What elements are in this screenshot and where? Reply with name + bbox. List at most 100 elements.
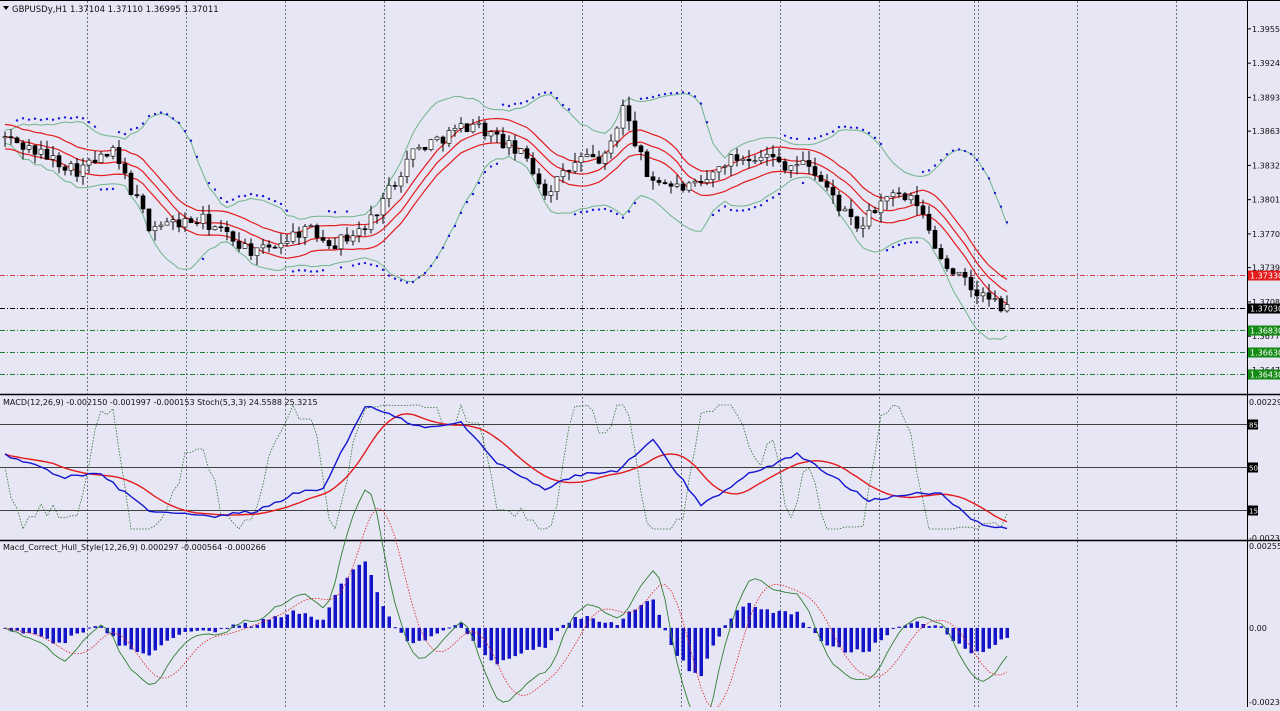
hist-bar [663,627,667,631]
hist-bar [21,627,25,634]
sar-dot [891,245,895,249]
sar-dot [255,194,259,197]
sar-dot [867,131,871,135]
hist-bar [387,616,391,628]
candle-body [68,163,74,171]
candle-body [806,160,812,167]
candle-body [362,228,368,231]
candle-body [572,162,578,172]
candle-body [992,298,998,300]
sar-dot [21,117,25,120]
hist-bar [213,627,217,633]
sar-dot [153,112,157,116]
hist-bar [435,627,439,634]
hist-bar [645,601,649,628]
hist-bar [363,561,367,628]
candle-body [788,165,794,171]
hist-bar [117,627,121,646]
sar-dot [501,103,505,106]
hist-bar [87,627,91,629]
candle-body [92,159,98,163]
sar-dot [57,117,61,120]
sar-dot [327,210,331,213]
candle-body [902,193,908,201]
hist-bar [771,612,775,628]
sar-dot [825,132,829,136]
sar-dot [819,134,823,138]
sar-dot [399,279,403,282]
price-label: 1.39245 [1252,59,1280,68]
candle-body [908,195,914,201]
stoch-level-label: 85 [1249,422,1258,430]
hist-bar [195,627,199,631]
price-tag-3: 1.36630 [1250,349,1280,358]
candle-body [890,192,896,197]
sar-dot [735,209,739,212]
sar-dot [243,194,247,198]
hull-axis-label-1: 0.00 [1249,624,1267,633]
hist-bar [237,625,241,628]
candle-body [320,237,326,241]
hist-bar [147,627,151,656]
sar-dot [441,246,445,249]
hist-bar [513,627,517,657]
sar-dot [999,205,1003,208]
sar-dot [987,177,991,180]
sar-dot [315,270,319,273]
sar-dot [297,269,301,272]
hist-bar [675,627,679,656]
candle-body [968,276,974,291]
candle-body [404,158,410,177]
candle-body [176,219,182,228]
chart-background [0,0,1280,707]
hist-bar [57,627,61,643]
hist-bar [267,619,271,628]
candle-body [986,292,992,300]
hist-bar [423,627,427,641]
candle-body [458,123,464,129]
chart-window[interactable]: 1.39555 1.39245 1.38935 1.38630 1.38320 1.380… [0,0,1280,711]
hist-bar [393,627,397,629]
sar-dot [603,207,607,211]
candle-body [854,216,860,229]
sar-dot [837,125,841,129]
hist-bar [519,627,523,654]
price-chart[interactable]: 1.39555 1.39245 1.38935 1.38630 1.38320 1.380… [0,0,1280,711]
candle-body [80,164,86,177]
sar-dot [1005,221,1009,224]
hist-bar [933,625,937,628]
sar-dot [33,117,37,120]
hist-bar [141,627,145,654]
hist-bar [507,627,511,659]
candle-body [302,226,308,238]
candle-body [470,123,476,133]
candle-body [710,171,716,180]
candle-body [914,195,920,207]
sar-dot [927,169,931,172]
candle-body [194,222,200,225]
hist-bar [795,611,799,628]
sar-dot [417,276,421,279]
candle-body [410,148,416,160]
candle-body [314,225,320,238]
sar-dot [843,125,847,128]
sar-dot [831,130,835,133]
candle-body [398,176,404,187]
candle-body [536,173,542,185]
sar-dot [105,187,109,191]
sar-dot [405,281,409,284]
candle-body [686,182,692,191]
sar-dot [207,181,211,185]
hist-bar [297,613,301,628]
candle-body [698,181,704,183]
hist-bar [711,627,715,646]
sar-dot [45,117,49,121]
hist-bar [477,627,481,648]
hist-bar [531,627,535,650]
candle-body [764,153,770,158]
candle-body [182,218,188,228]
hist-bar [279,617,283,628]
hist-bar [165,627,169,641]
candle-body [596,156,602,164]
hist-bar [255,624,259,628]
